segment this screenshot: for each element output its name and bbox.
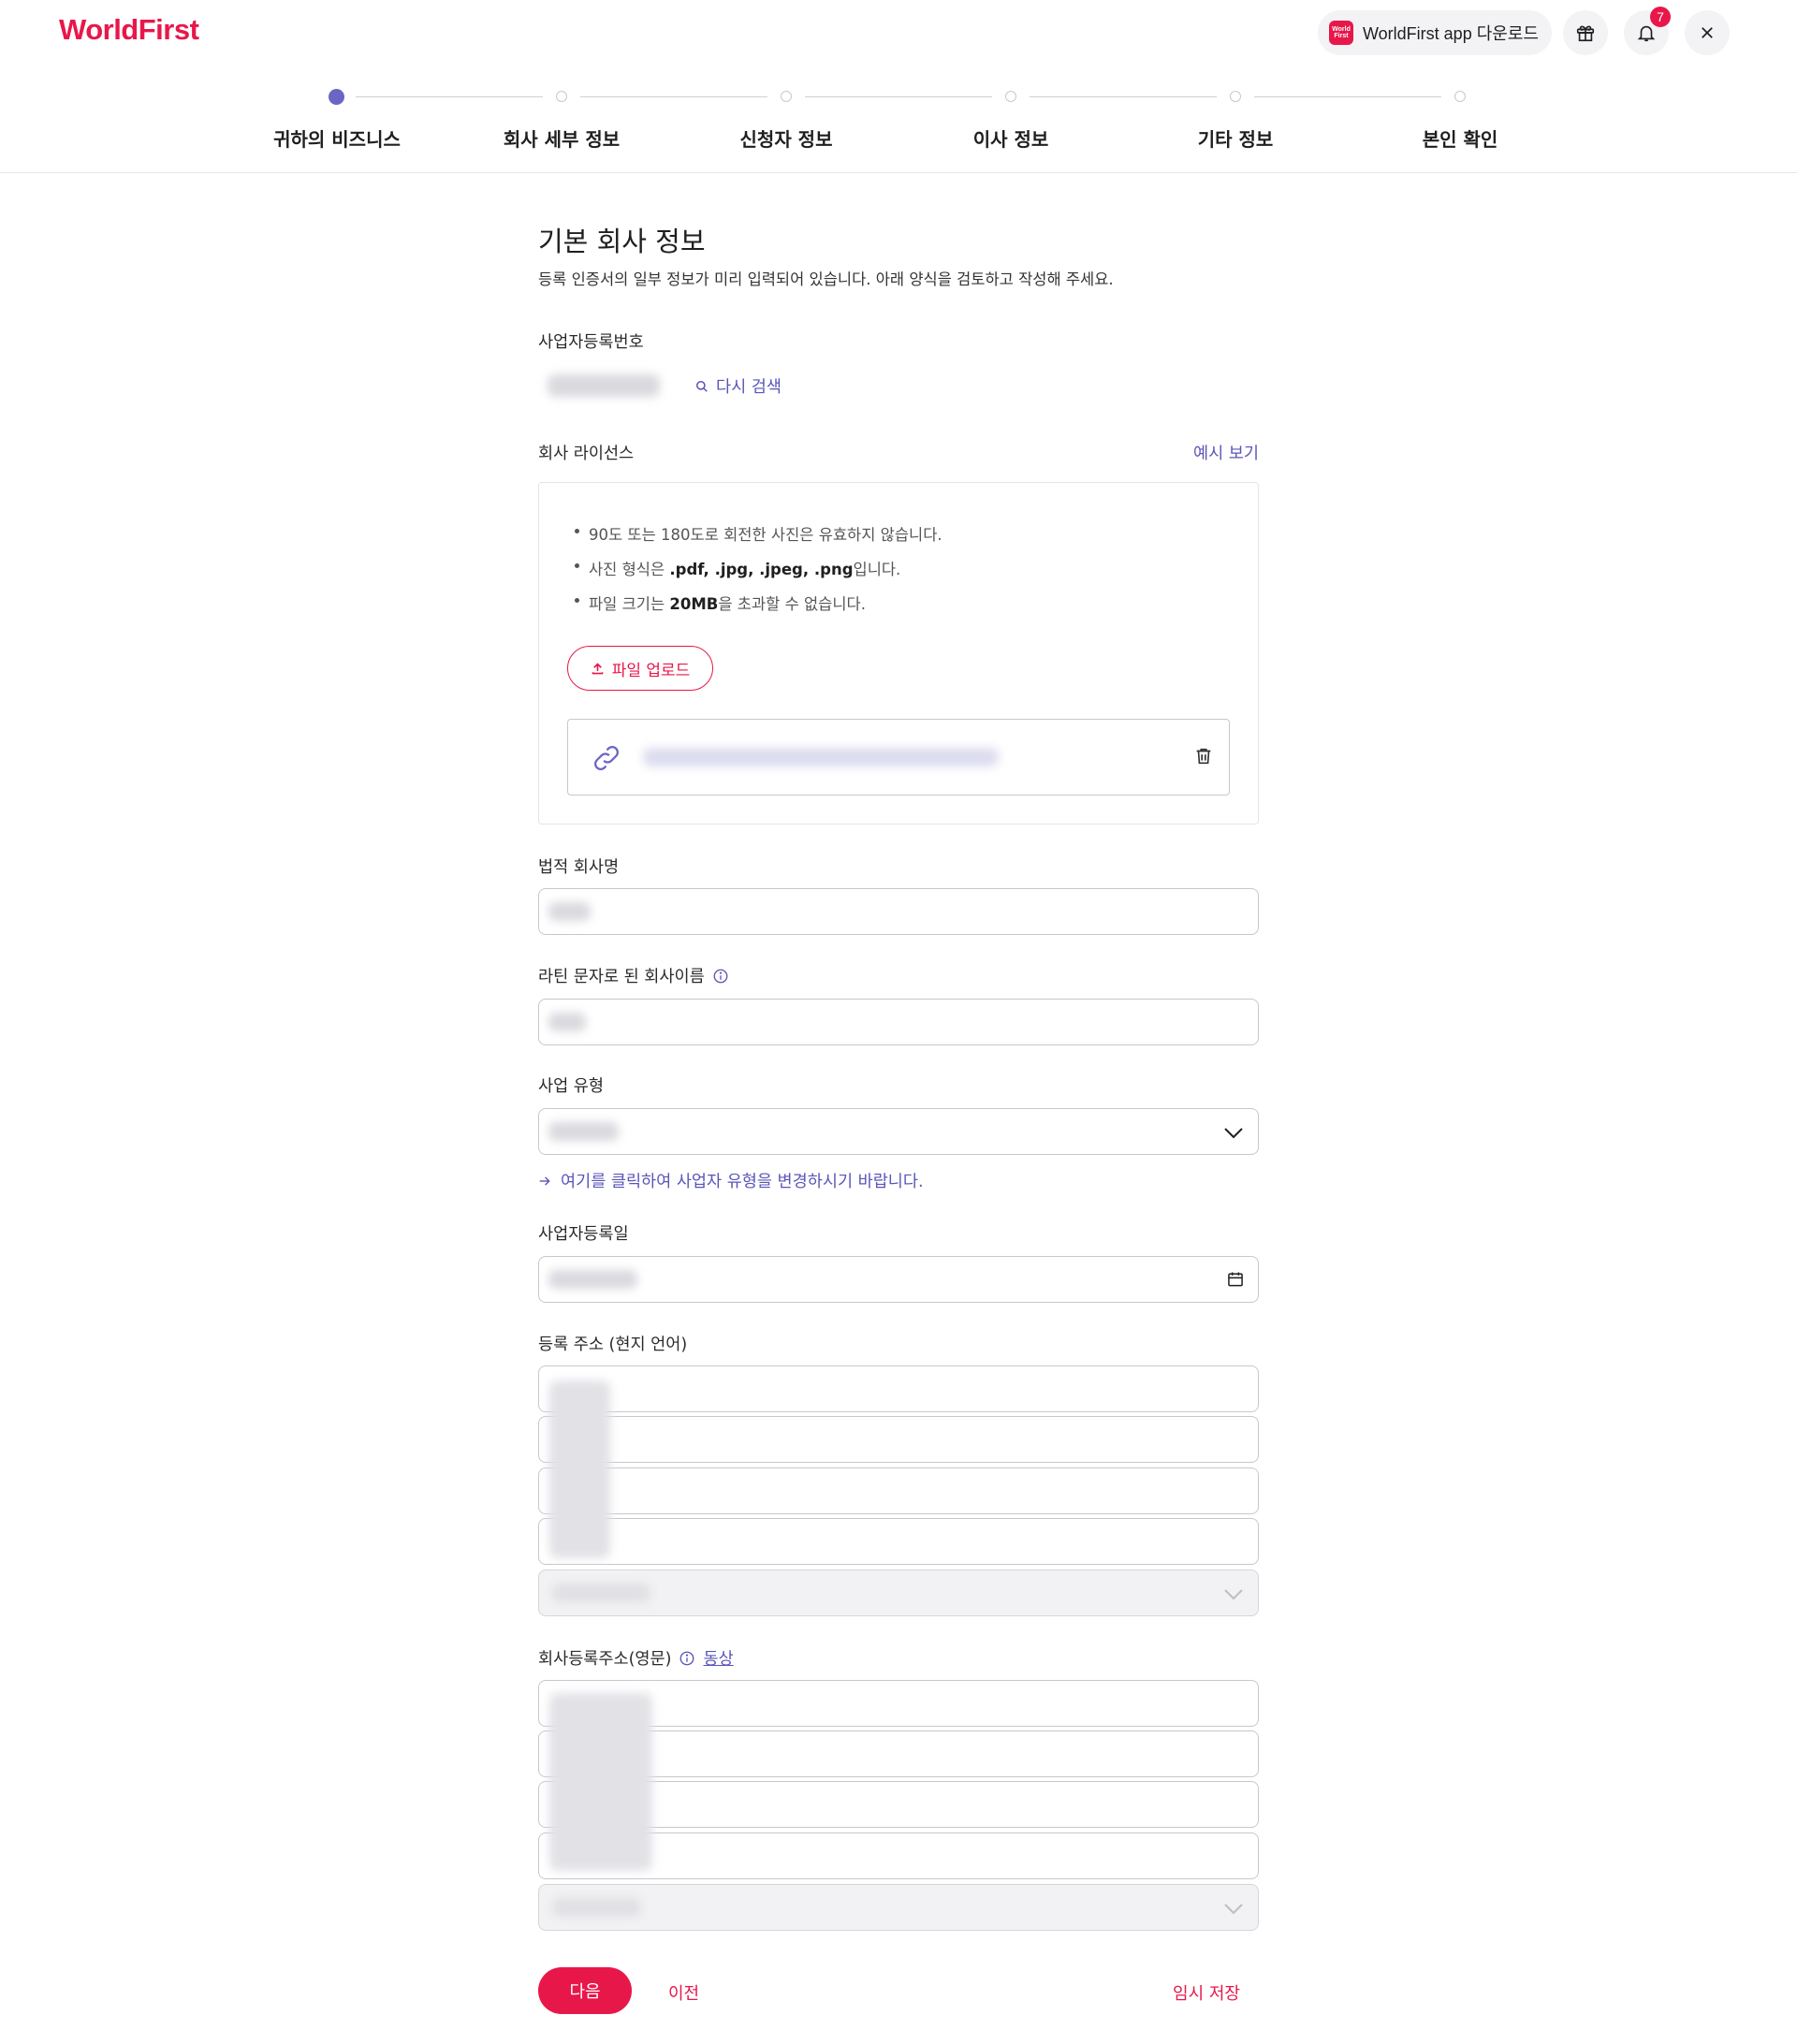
file-upload-label: 파일 업로드 bbox=[611, 661, 691, 680]
same-address-link[interactable]: 동상 bbox=[703, 1646, 733, 1670]
address-local-values bbox=[549, 1380, 610, 1558]
step-label-applicant[interactable]: 신청자 정보 bbox=[740, 124, 833, 152]
upload-rule-1: 90도 또는 180도로 회전한 사진은 유효하지 않습니다. bbox=[589, 526, 942, 544]
legal-name-input[interactable] bbox=[538, 888, 1259, 935]
uploaded-file-name bbox=[643, 748, 999, 766]
bullet-dot bbox=[575, 563, 579, 568]
step-label-verification[interactable]: 본인 확인 bbox=[1423, 124, 1498, 152]
step-connector bbox=[356, 96, 543, 97]
step-label-directors[interactable]: 이사 정보 bbox=[973, 124, 1049, 152]
latin-name-input[interactable] bbox=[538, 999, 1259, 1045]
calendar-icon[interactable] bbox=[1226, 1270, 1245, 1289]
rule2-prefix: 사진 형식은 bbox=[589, 561, 670, 578]
legal-name-label: 법적 회사명 bbox=[538, 858, 620, 877]
re-search-button[interactable]: 다시 검색 bbox=[695, 374, 782, 398]
upload-rule: 90도 또는 180도로 회전한 사진은 유효하지 않습니다. bbox=[575, 522, 942, 545]
address-local-label: 등록 주소 (현지 언어) bbox=[538, 1336, 688, 1354]
re-search-label: 다시 검색 bbox=[716, 378, 782, 397]
file-upload-button[interactable]: 파일 업로드 bbox=[567, 646, 713, 691]
rule2-suffix: 입니다. bbox=[853, 561, 901, 578]
step-connector bbox=[1254, 96, 1441, 97]
latin-name-label-row: 라틴 문자로 된 회사이름 bbox=[538, 964, 729, 987]
save-draft-button[interactable]: 임시 저장 bbox=[1173, 1980, 1240, 2005]
license-upload-box: 90도 또는 180도로 회전한 사진은 유효하지 않습니다. 사진 형식은 .… bbox=[538, 482, 1259, 825]
step-label-company-details[interactable]: 회사 세부 정보 bbox=[504, 124, 620, 152]
address-local-line-4[interactable] bbox=[538, 1518, 1259, 1565]
address-local-country-select[interactable] bbox=[538, 1570, 1259, 1616]
info-icon[interactable] bbox=[679, 1650, 695, 1667]
previous-button[interactable]: 이전 bbox=[668, 1980, 699, 2005]
business-type-select[interactable] bbox=[538, 1108, 1259, 1155]
bullet-dot bbox=[575, 529, 579, 533]
trash-icon[interactable] bbox=[1193, 746, 1214, 766]
next-button[interactable]: 다음 bbox=[538, 1967, 632, 2014]
change-business-type-label: 여기를 클릭하여 사업자 유형을 변경하시기 바랍니다. bbox=[561, 1173, 924, 1191]
address-en-label-row: 회사등록주소(영문) 동상 bbox=[538, 1646, 734, 1670]
address-local-line-2[interactable] bbox=[538, 1416, 1259, 1463]
address-en-values bbox=[549, 1693, 652, 1871]
example-link[interactable]: 예시 보기 bbox=[1193, 441, 1259, 464]
rule3-suffix: 을 초과할 수 없습니다. bbox=[718, 595, 866, 613]
upload-rule: 사진 형식은 .pdf, .jpg, .jpeg, .png입니다. bbox=[575, 557, 900, 579]
latin-name-value bbox=[548, 1013, 586, 1031]
bullet-dot bbox=[575, 598, 579, 603]
license-label: 회사 라이선스 bbox=[538, 445, 635, 463]
business-type-value bbox=[548, 1122, 619, 1141]
change-business-type-link[interactable]: 여기를 클릭하여 사업자 유형을 변경하시기 바랍니다. bbox=[538, 1169, 924, 1192]
upload-rule-3: 파일 크기는 20MB을 초과할 수 없습니다. bbox=[589, 591, 866, 614]
step-label-other[interactable]: 기타 정보 bbox=[1198, 124, 1274, 152]
step-dot-5 bbox=[1230, 91, 1241, 102]
attachment-icon bbox=[594, 746, 619, 770]
chevron-down-icon bbox=[1224, 1904, 1243, 1915]
rule3-bold: 20MB bbox=[669, 595, 719, 613]
top-header: WorldFirst World First WorldFirst app 다운… bbox=[0, 0, 1797, 173]
latin-name-label: 라틴 문자로 된 회사이름 bbox=[538, 968, 705, 986]
legal-name-value bbox=[548, 902, 591, 921]
progress-stepper: 귀하의 비즈니스 회사 세부 정보 신청자 정보 이사 정보 기타 정보 본인 … bbox=[0, 0, 1797, 173]
step-dot-4 bbox=[1005, 91, 1016, 102]
brn-label: 사업자등록번호 bbox=[538, 333, 644, 352]
chevron-down-icon bbox=[1224, 1128, 1243, 1139]
search-icon bbox=[695, 380, 708, 392]
address-local-line-1[interactable] bbox=[538, 1365, 1259, 1412]
uploaded-file-row bbox=[567, 719, 1230, 796]
address-local-line-3[interactable] bbox=[538, 1467, 1259, 1514]
brn-value bbox=[548, 374, 660, 397]
step-dot-2 bbox=[556, 91, 567, 102]
address-en-country-value bbox=[552, 1898, 641, 1917]
page-description: 등록 인증서의 일부 정보가 미리 입력되어 있습니다. 아래 양식을 검토하고… bbox=[538, 270, 1114, 288]
reg-date-label: 사업자등록일 bbox=[538, 1225, 629, 1244]
upload-rule: 파일 크기는 20MB을 초과할 수 없습니다. bbox=[575, 591, 866, 614]
chevron-down-icon bbox=[1224, 1589, 1243, 1600]
rule3-prefix: 파일 크기는 bbox=[589, 595, 670, 613]
page-title: 기본 회사 정보 bbox=[538, 226, 706, 257]
info-icon[interactable] bbox=[712, 968, 729, 985]
step-connector bbox=[1030, 96, 1217, 97]
upload-icon bbox=[592, 662, 603, 674]
reg-date-input[interactable] bbox=[538, 1256, 1259, 1303]
step-connector bbox=[580, 96, 767, 97]
step-dot-3 bbox=[781, 91, 792, 102]
upload-rule-2: 사진 형식은 .pdf, .jpg, .jpeg, .png입니다. bbox=[589, 557, 900, 579]
reg-date-value bbox=[548, 1270, 637, 1289]
step-dot-1 bbox=[329, 89, 344, 105]
arrow-right-icon bbox=[539, 1175, 550, 1186]
rule2-bold: .pdf, .jpg, .jpeg, .png bbox=[669, 561, 854, 578]
address-en-country-select[interactable] bbox=[538, 1884, 1259, 1931]
step-connector bbox=[805, 96, 992, 97]
step-label-business[interactable]: 귀하의 비즈니스 bbox=[273, 124, 401, 152]
step-dot-6 bbox=[1454, 91, 1466, 102]
address-en-label: 회사등록주소(영문) bbox=[538, 1650, 672, 1669]
business-type-label: 사업 유형 bbox=[538, 1077, 604, 1096]
address-local-country-value bbox=[552, 1584, 650, 1602]
